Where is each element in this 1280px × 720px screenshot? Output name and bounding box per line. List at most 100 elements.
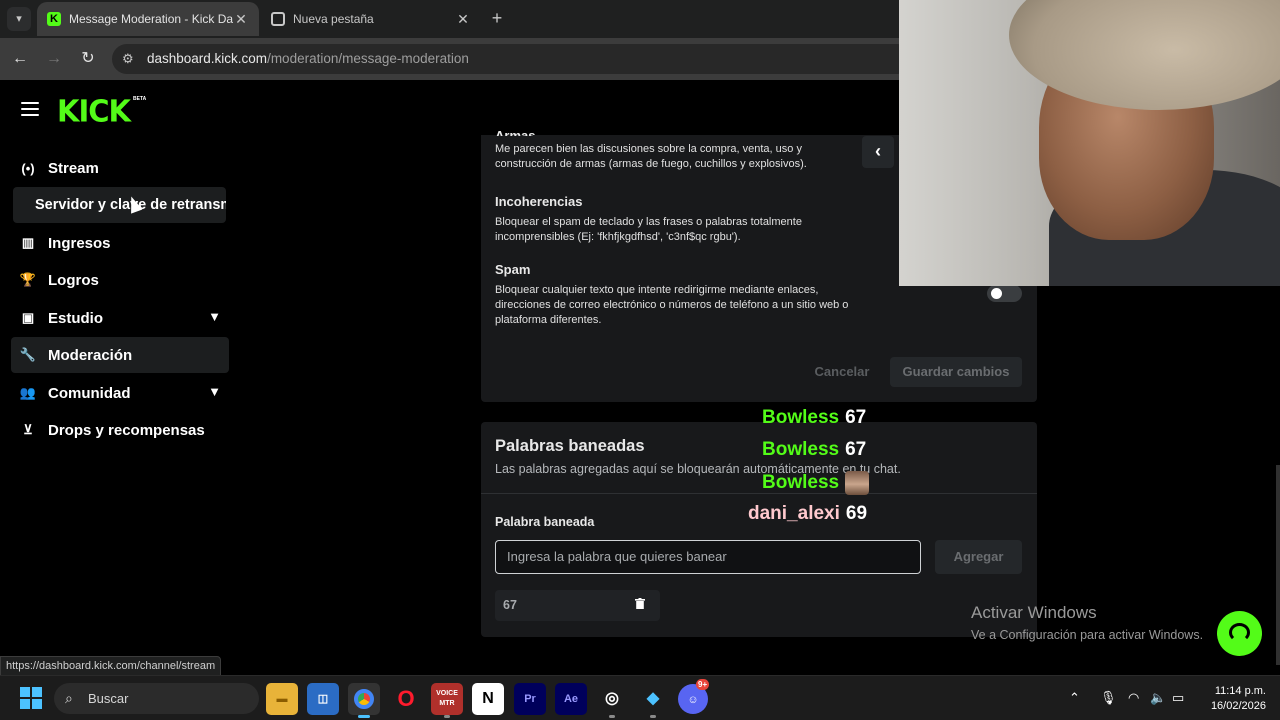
spam-toggle[interactable] [987, 285, 1022, 302]
link-status-bubble: https://dashboard.kick.com/channel/strea… [0, 656, 222, 676]
kick-logo[interactable]: KICK [57, 93, 131, 129]
sidebar-item-label: Moderación [48, 346, 133, 364]
windows-taskbar: ⌕ Buscar ▬ ◫ O VOICE MTR N Pr Ae ◎ ◆ ☺ 9+ … [0, 675, 1280, 720]
sidebar-item-label: Stream [48, 159, 99, 177]
back-arrow-icon[interactable]: ← [9, 48, 31, 70]
site-info-icon[interactable]: ⚙ [122, 44, 134, 74]
voicemeeter-icon[interactable]: VOICE MTR [431, 683, 463, 718]
broadcast-icon: (•) [21, 160, 35, 176]
sidebar-item-label: Comunidad [48, 384, 131, 402]
studio-icon: ▣ [21, 310, 35, 325]
filter-description: Bloquear cualquier texto que intente red… [495, 284, 849, 326]
url-host: dashboard.kick.com [147, 51, 268, 66]
store-icon[interactable]: ◫ [307, 683, 339, 715]
sidebar-item-ingresos[interactable]: ▥ Ingresos [11, 225, 229, 261]
sidebar-item-label: Drops y recompensas [48, 421, 205, 439]
sidebar-item-label: Estudio [48, 309, 103, 327]
sidebar-item-estudio[interactable]: ▣ Estudio ▼ [11, 300, 229, 336]
add-button[interactable]: Agregar [935, 540, 1022, 574]
chat-username: Bowless [762, 472, 840, 494]
chat-message: dani_alexi 69 [748, 503, 867, 525]
dev-tool-icon[interactable]: ◆ [637, 683, 669, 718]
tab-title: Message Moderation - Kick Dashboard [69, 12, 233, 26]
system-clock[interactable]: 11:14 p.m. 16/02/2026 [1196, 684, 1266, 714]
chat-message: Bowless 67 [762, 407, 866, 429]
menu-icon[interactable] [21, 102, 39, 116]
banned-word-input[interactable]: Ingresa la palabra que quieres banear [495, 540, 921, 574]
sidebar-item-logros[interactable]: 🏆 Logros [11, 262, 229, 298]
chrome-favicon-icon [271, 12, 285, 26]
wifi-icon[interactable]: ◠ [1128, 690, 1139, 706]
close-tab-icon[interactable]: ✕ [455, 11, 471, 28]
discord-icon[interactable]: ☺ 9+ [678, 679, 710, 714]
tab-new-tab[interactable]: Nueva pestaña ✕ [261, 2, 481, 36]
forward-arrow-icon[interactable]: → [43, 48, 65, 70]
sidebar-item-moderacion[interactable]: 🔧 Moderación [11, 337, 229, 373]
beta-badge: BETA [133, 96, 147, 102]
sidebar-item-comunidad[interactable]: 👥 Comunidad ▼ [11, 375, 229, 411]
cancel-button[interactable]: Cancelar [812, 357, 872, 387]
discord-badge: 9+ [696, 679, 710, 690]
chevron-down-icon[interactable]: ▼ [208, 384, 221, 399]
chart-icon: ▥ [21, 235, 35, 250]
battery-icon[interactable]: ▭ [1172, 690, 1184, 706]
field-label: Palabra baneada [495, 515, 595, 529]
clock-time: 11:14 p.m. [1214, 685, 1266, 697]
divider [481, 493, 1037, 494]
close-tab-icon[interactable]: ✕ [233, 11, 249, 28]
chat-username: Bowless [762, 439, 840, 460]
microphone-icon[interactable]: 🎙 [1100, 690, 1117, 706]
chat-message: Bowless 67 [762, 439, 866, 461]
banned-word-chip: 67 [495, 590, 660, 621]
sidebar-item-label: Logros [48, 271, 99, 289]
chevron-down-icon[interactable]: ▼ [208, 309, 221, 324]
filter-description: Bloquear el spam de teclado y las frases… [495, 216, 802, 243]
chrome-icon[interactable] [348, 683, 380, 718]
url-path: /moderation/message-moderation [267, 51, 469, 66]
filter-title: Armas [495, 128, 536, 136]
taskbar-search[interactable]: ⌕ Buscar [54, 683, 259, 714]
people-icon: 👥 [19, 385, 37, 400]
drops-icon: ⊻ [23, 422, 33, 437]
tab-message-moderation[interactable]: K Message Moderation - Kick Dashboard ✕ [37, 2, 259, 36]
notion-icon[interactable]: N [472, 683, 504, 715]
obs-icon[interactable]: ◎ [596, 683, 628, 718]
filter-title: Incoherencias [495, 194, 583, 209]
trash-icon[interactable] [635, 598, 645, 609]
sidebar-item-stream[interactable]: (•) Stream [11, 150, 229, 186]
filter-spam: Spam Bloquear cualquier texto que intent… [495, 262, 855, 328]
banned-words-panel: Palabras baneadas Las palabras agregadas… [481, 422, 1037, 637]
chat-text: 69 [845, 503, 868, 524]
file-explorer-icon[interactable]: ▬ [266, 683, 298, 715]
filter-title: Spam [495, 262, 531, 277]
clock-date: 16/02/2026 [1210, 700, 1266, 712]
filter-armas: Armas Me parecen bien las discusiones so… [495, 128, 855, 172]
filter-incoherencias: Incoherencias Bloquear el spam de teclad… [495, 194, 855, 245]
sidebar-item-server-key[interactable]: Servidor y clave de retransmisión [13, 187, 226, 223]
volume-icon[interactable]: 🔈 [1150, 690, 1166, 706]
webcam-overlay [899, 0, 1280, 286]
tab-search-button[interactable]: ▾ [7, 7, 31, 31]
windows-start-icon[interactable] [20, 687, 42, 709]
premiere-icon[interactable]: Pr [514, 683, 546, 715]
chat-text: 67 [845, 407, 867, 428]
save-changes-button[interactable]: Guardar cambios [890, 357, 1022, 387]
watermark-subtitle: Ve a Configuración para activar Windows. [971, 628, 1204, 642]
opera-icon[interactable]: O [390, 683, 422, 715]
section-title: Palabras baneadas [495, 437, 645, 455]
kick-favicon-icon: K [47, 12, 61, 26]
chat-text: 67 [845, 439, 867, 460]
emote-icon [845, 471, 870, 495]
new-tab-button[interactable]: + [487, 8, 507, 29]
wrench-icon: 🔧 [19, 347, 37, 362]
chat-message: Bowless [762, 471, 870, 495]
collapse-panel-chevron-left-icon[interactable]: ‹ [862, 136, 894, 168]
trophy-icon: 🏆 [19, 272, 37, 287]
address-bar[interactable]: ⚙ dashboard.kick.com/moderation/message-… [112, 44, 912, 74]
sidebar-item-drops[interactable]: ⊻ Drops y recompensas [11, 412, 229, 448]
reload-icon[interactable]: ↻ [77, 48, 99, 70]
scrollbar[interactable] [1276, 465, 1280, 665]
after-effects-icon[interactable]: Ae [555, 683, 587, 715]
support-headset-icon[interactable] [1217, 611, 1262, 656]
chevron-up-icon[interactable]: ⌃ [1069, 690, 1080, 706]
